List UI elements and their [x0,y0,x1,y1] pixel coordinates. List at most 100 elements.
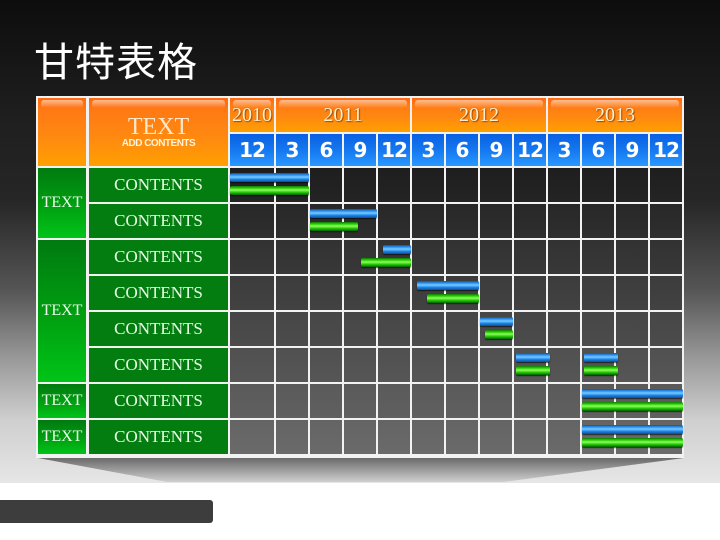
task-label: CONTENTS [89,276,228,310]
month-header-label: 6 [591,138,606,162]
month-header: 12 [514,134,546,166]
grid-cell [548,420,580,454]
grid-cell [650,276,682,310]
grid-cell [514,312,546,346]
grid-cell [582,168,614,202]
grid-cell [616,276,648,310]
grid-cell [514,276,546,310]
planned-bar [383,245,411,254]
month-header: 3 [276,134,308,166]
actual-bar [583,366,619,375]
grid-cell [230,420,274,454]
task-label-label: CONTENTS [114,211,203,230]
year-header-label: 2010 [232,103,272,126]
grid-cell [650,168,682,202]
task-label: CONTENTS [89,168,228,202]
grid-cell [582,312,614,346]
grid-cell [344,348,376,382]
grid-cell [582,276,614,310]
grid-cell [344,420,376,454]
grid-cell [378,420,410,454]
grid-cell [514,204,546,238]
month-header-label: 12 [381,138,408,162]
group-label-label: TEXT [41,302,83,319]
grid-cell [310,240,342,274]
grid-cell [548,204,580,238]
grid-cell [276,420,308,454]
grid-cell [480,348,512,382]
year-header-label: 2012 [459,103,499,126]
actual-bar [427,294,479,303]
grid-cell [616,312,648,346]
grid-cell [344,312,376,346]
group-label: TEXT [38,168,86,238]
actual-bar [230,186,309,195]
grid-cell [344,276,376,310]
gantt-table: TEXT ADD CONTENTS 2010 2011 2012 2013 12 3 6 9 12 3… [36,96,684,458]
task-label-label: CONTENTS [114,391,203,410]
task-label: CONTENTS [89,204,228,238]
grid-cell [344,240,376,274]
month-header: 9 [616,134,648,166]
planned-bar [417,281,479,290]
grid-cell [650,312,682,346]
group-label: TEXT [38,240,86,382]
grid-cell [650,348,682,382]
header-title-cell: TEXT ADD CONTENTS [89,98,228,166]
grid-cell [446,384,478,418]
grid-cell [480,204,512,238]
grid-cell [230,240,274,274]
grid-cell [514,420,546,454]
year-header: 2011 [276,98,410,132]
grid-cell [310,168,342,202]
group-label-label: TEXT [41,392,83,409]
grid-cell [548,312,580,346]
task-label: CONTENTS [89,384,228,418]
actual-bar [361,258,411,267]
grid-cell [378,348,410,382]
grid-cell [548,276,580,310]
task-label: CONTENTS [89,312,228,346]
grid-cell [310,420,342,454]
grid-cell [378,384,410,418]
grid-cell [230,312,274,346]
year-header: 2012 [412,98,546,132]
grid-cell [616,168,648,202]
month-header-label: 3 [285,138,300,162]
grid-cell [310,312,342,346]
grid-cell [446,348,478,382]
grid-cell [514,384,546,418]
grid-cell [616,204,648,238]
grid-cell [378,312,410,346]
task-label-label: CONTENTS [114,283,203,302]
grid-cell [230,204,274,238]
grid-cell [412,312,444,346]
grid-cell [412,420,444,454]
header-corner [38,98,86,166]
month-header-label: 12 [517,138,544,162]
month-header-label: 3 [421,138,436,162]
grid-cell [650,204,682,238]
task-label-label: CONTENTS [114,319,203,338]
month-header-label: 3 [557,138,572,162]
grid-cell [548,240,580,274]
month-header: 3 [548,134,580,166]
task-label-label: CONTENTS [114,427,203,446]
year-header-label: 2013 [595,103,635,126]
grid-cell [412,204,444,238]
grid-cell [276,240,308,274]
grid-cell [446,204,478,238]
grid-cell [480,276,512,310]
month-header-label: 12 [239,138,266,162]
grid-cell [412,348,444,382]
year-header: 2010 [230,98,274,132]
grid-cell [480,240,512,274]
month-header-label: 6 [319,138,334,162]
actual-bar [582,438,683,447]
grid-cell [276,384,308,418]
month-header: 12 [230,134,274,166]
group-label: TEXT [38,384,86,418]
grid-cell [276,348,308,382]
grid-cell [412,168,444,202]
task-label: CONTENTS [89,420,228,454]
